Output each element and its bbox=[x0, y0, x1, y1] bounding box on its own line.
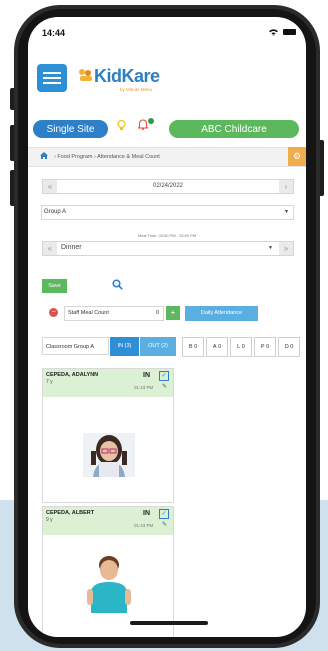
child-card-header: CEPEDA, ALBERT 9 y IN ✓ 01:43 PM ✎ bbox=[43, 507, 173, 535]
classroom-label: Classroom Group A bbox=[42, 337, 109, 355]
lightbulb-icon[interactable] bbox=[117, 119, 126, 134]
notification-badge bbox=[148, 118, 154, 124]
status-bar: 14:44 bbox=[28, 17, 306, 49]
daily-attendance-button[interactable]: Daily Attendance bbox=[185, 306, 258, 321]
child-card-header: CEPEDA, ADALYNN 7 y IN ✓ 01:43 PM ✎ bbox=[43, 369, 173, 397]
child-status: IN bbox=[143, 510, 150, 517]
breadcrumb: › Food Program › Attendance & Meal Count… bbox=[28, 147, 306, 167]
phone-volume-up bbox=[10, 125, 14, 161]
checkbox-icon[interactable]: ✓ bbox=[159, 371, 169, 381]
meal-count-pm-snack[interactable]: P 0 bbox=[254, 337, 276, 357]
hamburger-icon-line bbox=[43, 77, 61, 79]
date-navigator: « 02/24/2022 › bbox=[42, 179, 294, 194]
logo-brand: KidKare bbox=[94, 66, 160, 86]
phone-volume-down bbox=[10, 170, 14, 206]
decrement-button[interactable]: − bbox=[49, 308, 58, 317]
phone-mute-switch bbox=[10, 88, 14, 110]
phone-screen: 14:44 KidKare by Minute Menu Single Site… bbox=[28, 17, 306, 637]
meal-count-lunch[interactable]: L 0 bbox=[230, 337, 252, 357]
logo-mark-icon bbox=[79, 69, 92, 81]
meal-count-dinner[interactable]: D 0 bbox=[278, 337, 300, 357]
home-indicator bbox=[130, 621, 208, 625]
chevron-down-icon[interactable]: ▼ bbox=[268, 245, 273, 251]
filter-out-button[interactable]: OUT (2) bbox=[140, 337, 176, 356]
bell-icon[interactable] bbox=[137, 119, 149, 133]
meal-select: « Dinner ▼ » bbox=[42, 241, 294, 256]
staff-meal-count-label: Staff Meal Count bbox=[68, 310, 109, 316]
child-card[interactable]: CEPEDA, ADALYNN 7 y IN ✓ 01:43 PM ✎ bbox=[42, 368, 174, 503]
child-age: 9 y bbox=[46, 517, 53, 523]
battery-icon bbox=[283, 29, 296, 35]
single-site-button[interactable]: Single Site bbox=[33, 120, 108, 138]
phone-power-button bbox=[320, 140, 324, 196]
pencil-icon[interactable]: ✎ bbox=[162, 383, 167, 390]
increment-button[interactable]: + bbox=[166, 306, 180, 320]
meal-time-label: Meal Time: 03:00 PM - 05:00 PM bbox=[137, 233, 197, 238]
filter-in-button[interactable]: IN (3) bbox=[110, 337, 139, 356]
child-name: CEPEDA, ALBERT bbox=[46, 510, 95, 516]
staff-meal-count-value: 0 bbox=[155, 310, 159, 316]
meal-count-am-snack[interactable]: A 0 bbox=[206, 337, 228, 357]
search-icon[interactable] bbox=[112, 279, 123, 293]
logo-subtitle: by Minute Menu bbox=[120, 87, 153, 92]
meal-next-button[interactable]: » bbox=[279, 242, 293, 255]
group-select[interactable]: Group A ▼ bbox=[41, 205, 294, 220]
group-select-value: Group A bbox=[44, 209, 67, 215]
breadcrumb-path[interactable]: › Food Program › Attendance & Meal Count bbox=[54, 154, 160, 160]
child-status: IN bbox=[143, 372, 150, 379]
child-card[interactable]: CEPEDA, ALBERT 9 y IN ✓ 01:43 PM ✎ bbox=[42, 506, 174, 637]
hamburger-icon-line bbox=[43, 82, 61, 84]
child-age: 7 y bbox=[46, 379, 53, 385]
check-in-time: 01:43 PM bbox=[134, 523, 154, 528]
date-value[interactable]: 02/24/2022 bbox=[43, 183, 293, 189]
check-in-time: 01:43 PM bbox=[134, 385, 154, 390]
status-time: 14:44 bbox=[42, 28, 66, 38]
date-next-button[interactable]: › bbox=[279, 180, 293, 193]
chevron-down-icon: ▼ bbox=[284, 209, 289, 215]
hamburger-icon-line bbox=[43, 72, 61, 74]
meal-prev-button[interactable]: « bbox=[43, 242, 57, 255]
menu-button[interactable] bbox=[37, 64, 67, 92]
meal-select-value[interactable]: Dinner bbox=[61, 244, 82, 251]
home-icon[interactable] bbox=[40, 152, 48, 161]
wifi-icon bbox=[269, 28, 278, 38]
gear-icon[interactable]: ⚙ bbox=[288, 147, 306, 166]
meal-count-breakfast[interactable]: B 0 bbox=[182, 337, 204, 357]
pencil-icon[interactable]: ✎ bbox=[162, 521, 167, 528]
kidkare-logo: KidKare by Minute Menu bbox=[76, 62, 176, 96]
checkbox-icon[interactable]: ✓ bbox=[159, 509, 169, 519]
staff-meal-count-field[interactable]: Staff Meal Count 0 bbox=[64, 306, 164, 321]
child-photo bbox=[83, 433, 135, 477]
child-photo bbox=[85, 553, 133, 613]
save-button[interactable]: Save bbox=[42, 279, 67, 293]
center-select-button[interactable]: ABC Childcare bbox=[169, 120, 299, 138]
child-name: CEPEDA, ADALYNN bbox=[46, 372, 99, 378]
attendance-filter-row: Classroom Group A IN (3) OUT (2) B 0 A 0… bbox=[42, 337, 305, 357]
